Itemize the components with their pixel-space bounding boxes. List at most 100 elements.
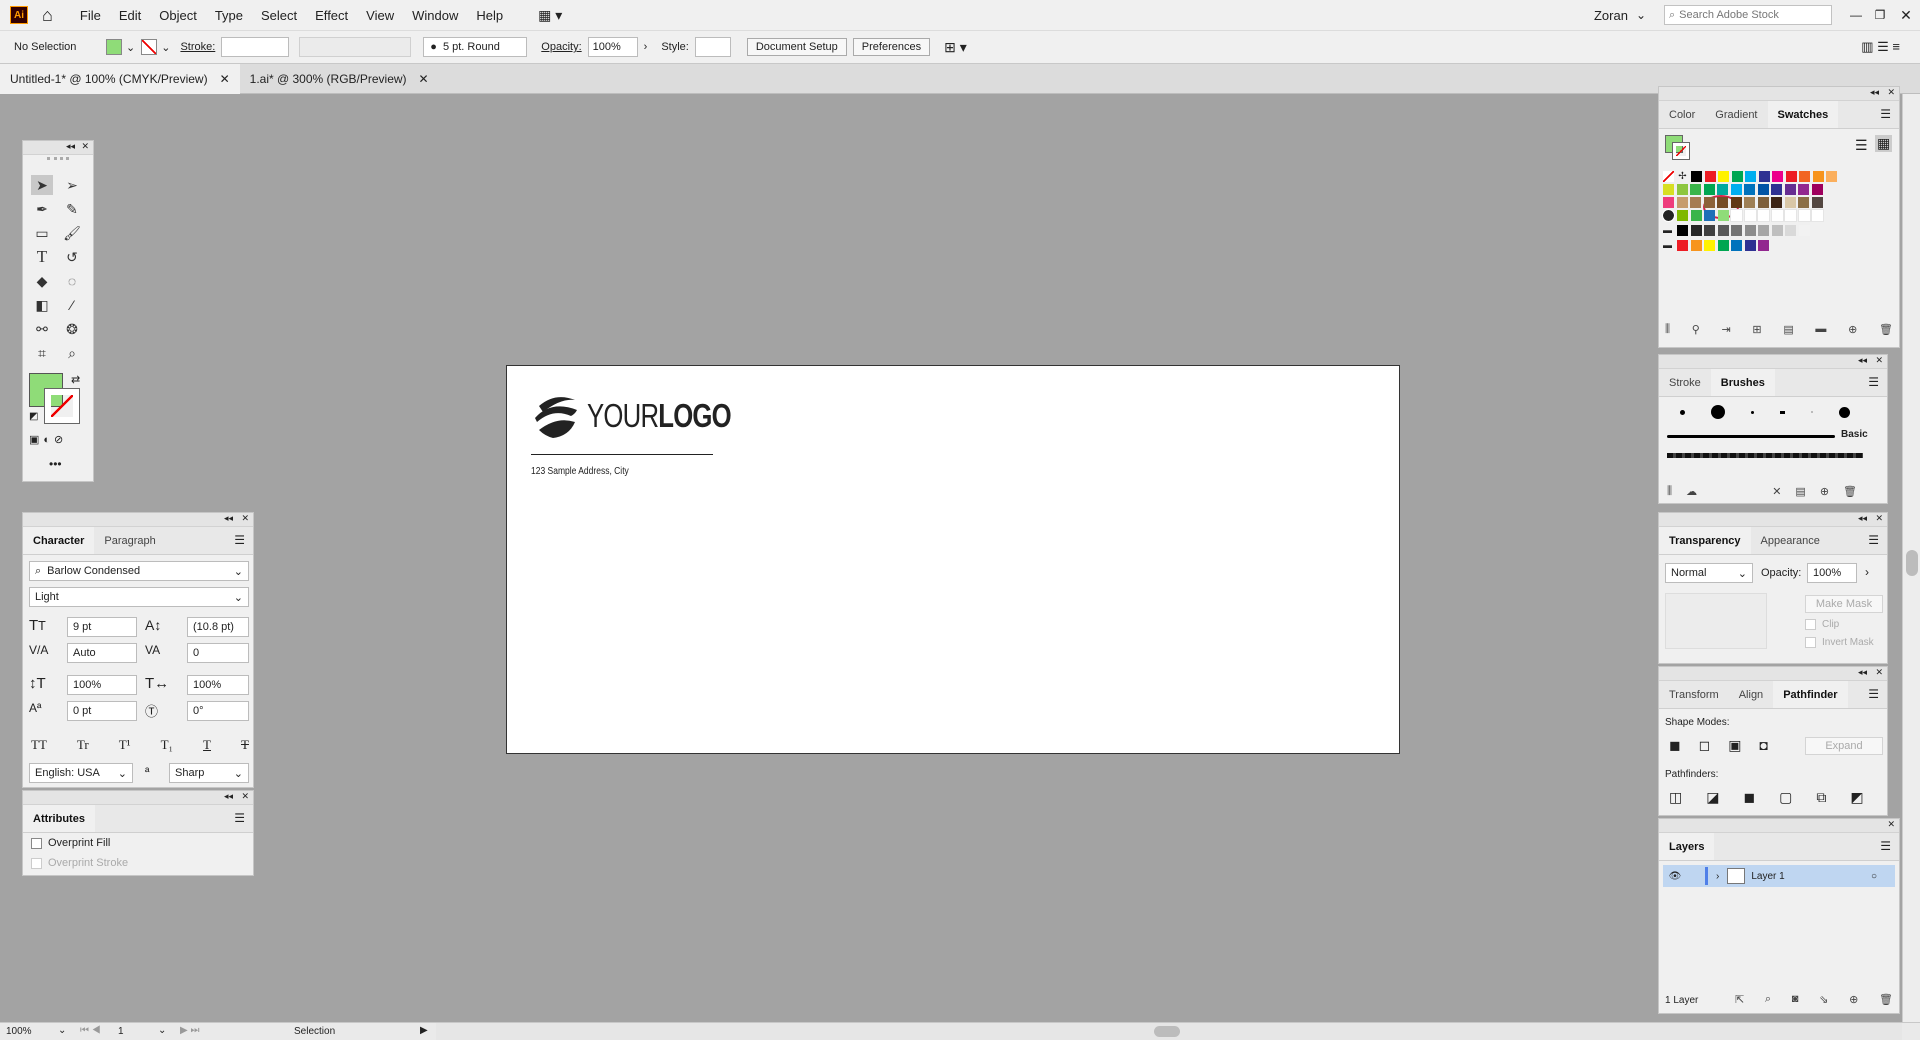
type-tool-icon[interactable]: T bbox=[31, 247, 53, 267]
collapse-icon[interactable]: ◂◂ bbox=[1858, 667, 1867, 678]
menu-window[interactable]: Window bbox=[403, 8, 467, 23]
swatch[interactable] bbox=[1717, 197, 1728, 208]
language-dropdown[interactable]: English: USA ⌄ bbox=[29, 763, 133, 783]
paintbrush-tool-icon[interactable]: 🖌 bbox=[61, 223, 83, 243]
chevron-right-icon[interactable]: › bbox=[1865, 565, 1869, 579]
swatch[interactable] bbox=[1758, 225, 1769, 236]
overprint-fill-row[interactable]: Overprint Fill bbox=[31, 837, 110, 849]
symbol-sprayer-tool-icon[interactable]: ❂ bbox=[61, 319, 83, 339]
more-tools-icon[interactable]: ••• bbox=[49, 457, 62, 471]
swatch[interactable] bbox=[1758, 240, 1769, 251]
address-text[interactable]: 123 Sample Address, City bbox=[531, 466, 629, 477]
swatch-folder-icon[interactable]: ▬ bbox=[1663, 240, 1672, 250]
tab-paragraph[interactable]: Paragraph bbox=[94, 527, 165, 554]
color-mode-icons[interactable]: ▣◐⊘ bbox=[29, 433, 67, 446]
tab-layers[interactable]: Layers bbox=[1659, 833, 1715, 860]
swatch[interactable] bbox=[1758, 171, 1770, 182]
document-setup-button[interactable]: Document Setup bbox=[746, 38, 847, 56]
menu-effect[interactable]: Effect bbox=[306, 8, 357, 23]
swatch[interactable] bbox=[1770, 209, 1784, 222]
unite-icon[interactable]: ◼ bbox=[1669, 737, 1681, 754]
make-mask-button[interactable]: Make Mask bbox=[1805, 595, 1883, 613]
stroke-weight-field[interactable] bbox=[221, 37, 290, 57]
zoom-level[interactable]: 100% bbox=[6, 1026, 32, 1037]
brush-faint[interactable] bbox=[1811, 411, 1813, 413]
preferences-button[interactable]: Preferences bbox=[852, 38, 931, 56]
rotate-tool-icon[interactable]: ↺ bbox=[61, 247, 83, 267]
collapse-icon[interactable]: ◂◂ bbox=[224, 513, 233, 524]
collapse-icon[interactable]: ◂◂ bbox=[1858, 513, 1867, 524]
charcoal-brush-stroke[interactable] bbox=[1667, 453, 1863, 458]
character-rotation-field[interactable]: 0° bbox=[187, 701, 249, 721]
doc-tab-1ai[interactable]: 1.ai* @ 300% (RGB/Preview) ✕ bbox=[240, 64, 439, 94]
swatch[interactable] bbox=[1797, 209, 1811, 222]
brush-dropdown[interactable]: ● 5 pt. Round bbox=[423, 37, 528, 57]
swatch[interactable] bbox=[1744, 197, 1755, 208]
swatch[interactable] bbox=[1718, 171, 1729, 182]
tab-appearance[interactable]: Appearance bbox=[1751, 527, 1830, 554]
pen-tool-icon[interactable]: ✒ bbox=[31, 199, 53, 219]
vertical-scale-field[interactable]: 100% bbox=[67, 675, 137, 695]
restore-icon[interactable]: ❐ bbox=[1868, 8, 1892, 22]
minus-back-icon[interactable]: ◩ bbox=[1850, 789, 1863, 806]
close-icon[interactable]: ✕ bbox=[419, 72, 429, 86]
gradient-swatch-icon[interactable] bbox=[1662, 209, 1675, 222]
tab-attributes[interactable]: Attributes bbox=[23, 805, 95, 832]
all-caps-icon[interactable]: TT bbox=[31, 737, 47, 753]
brush-dash[interactable] bbox=[1780, 410, 1785, 414]
brush-dot-tiny[interactable] bbox=[1751, 410, 1754, 414]
new-layer-icon[interactable]: ⊕ bbox=[1849, 993, 1858, 1006]
grip[interactable] bbox=[47, 157, 69, 165]
libraries-panel-icon[interactable]: ☁ bbox=[1686, 485, 1697, 498]
swatch[interactable] bbox=[1730, 209, 1743, 222]
swatch[interactable] bbox=[1811, 209, 1824, 222]
list-view-icon[interactable]: ☰ bbox=[1855, 137, 1868, 154]
export-icon[interactable]: ⇱ bbox=[1735, 993, 1744, 1006]
stock-search-input[interactable]: ⌕ Search Adobe Stock bbox=[1664, 5, 1832, 25]
artboard[interactable]: YOURLOGO 123 Sample Address, City bbox=[506, 365, 1400, 754]
color-group-icon[interactable]: ⊞ bbox=[1752, 323, 1761, 336]
chevron-down-icon[interactable]: ⌄ bbox=[58, 1025, 66, 1036]
font-style-dropdown[interactable]: Light ⌄ bbox=[29, 587, 249, 607]
fill-stroke-preview[interactable] bbox=[1665, 135, 1690, 160]
close-icon[interactable]: ✕ bbox=[1887, 819, 1895, 830]
swatch[interactable] bbox=[1771, 184, 1782, 195]
delete-icon[interactable]: 🗑 bbox=[1879, 323, 1893, 336]
default-colors-icon[interactable]: ◩ bbox=[29, 411, 38, 422]
panel-menu-icon[interactable]: ☰ bbox=[1860, 369, 1887, 396]
target-circle-icon[interactable]: ○ bbox=[1871, 871, 1877, 882]
tab-align[interactable]: Align bbox=[1729, 681, 1773, 708]
delete-icon[interactable]: 🗑 bbox=[1879, 993, 1893, 1006]
swatch[interactable] bbox=[1704, 171, 1716, 182]
swatch[interactable] bbox=[1771, 225, 1783, 236]
swatch[interactable] bbox=[1757, 184, 1769, 195]
fill-swatch[interactable] bbox=[106, 39, 122, 55]
first-artboard-icon[interactable]: ⏮ ◀ bbox=[80, 1025, 101, 1036]
panel-menu-icon[interactable]: ☰ bbox=[1872, 101, 1899, 128]
swatch-folder-icon[interactable]: ▬ bbox=[1663, 225, 1672, 235]
tab-character[interactable]: Character bbox=[23, 527, 95, 554]
swatch[interactable] bbox=[1730, 184, 1742, 195]
swatch[interactable] bbox=[1731, 225, 1742, 236]
swatch[interactable] bbox=[1717, 240, 1729, 251]
close-icon[interactable]: ✕ bbox=[1875, 355, 1883, 366]
locate-object-icon[interactable]: ⌕ bbox=[1765, 993, 1771, 1006]
merge-icon[interactable]: ◼ bbox=[1743, 789, 1755, 806]
new-brush-icon[interactable]: ⊕ bbox=[1820, 485, 1829, 498]
arrange-documents-icon[interactable]: ⊞ ▾ bbox=[944, 39, 967, 56]
menu-help[interactable]: Help bbox=[467, 8, 512, 23]
chevron-right-icon[interactable]: › bbox=[1716, 871, 1719, 882]
tab-pathfinder[interactable]: Pathfinder bbox=[1773, 681, 1848, 708]
swatch[interactable] bbox=[1811, 197, 1823, 208]
swatch[interactable] bbox=[1717, 210, 1729, 221]
delete-icon[interactable]: 🗑 bbox=[1843, 485, 1857, 498]
swatch[interactable] bbox=[1798, 197, 1809, 208]
chevron-down-icon[interactable]: ⌄ bbox=[161, 41, 170, 54]
swatch[interactable] bbox=[1717, 225, 1729, 236]
menu-type[interactable]: Type bbox=[206, 8, 252, 23]
minimize-icon[interactable]: — bbox=[1844, 8, 1868, 22]
close-icon[interactable]: ✕ bbox=[241, 791, 249, 802]
swatch[interactable] bbox=[1812, 171, 1824, 182]
opacity-field[interactable]: 100% bbox=[1807, 563, 1857, 583]
swatch[interactable] bbox=[1771, 197, 1782, 208]
